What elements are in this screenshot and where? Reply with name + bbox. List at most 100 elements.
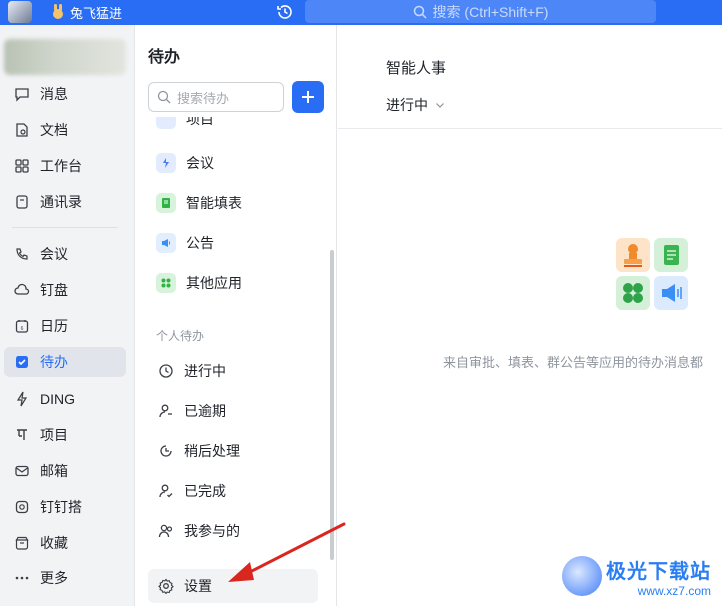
- search-icon: [413, 5, 427, 19]
- nav-label: 待办: [40, 354, 68, 370]
- nav-item-drive[interactable]: 钉盘: [4, 275, 126, 305]
- clock-icon: [159, 364, 173, 378]
- lightning-icon: [16, 391, 28, 407]
- app-logo[interactable]: [8, 1, 32, 23]
- todo-search-placeholder: 搜索待办: [177, 90, 230, 106]
- bunny-avatar-icon: [50, 4, 66, 20]
- cloud-icon: [14, 283, 30, 295]
- todo-filter-label: 已完成: [184, 483, 226, 499]
- nav-label: 文档: [40, 122, 68, 138]
- empty-state-text: 来自审批、填表、群公告等应用的待办消息都: [443, 355, 704, 370]
- todo-filter-label: 已逾期: [184, 403, 226, 419]
- todo-panel: 待办 搜索待办 项目 会议 智能填表 公告 其他应用 个人待办 进行中 已逾期 …: [136, 25, 337, 606]
- nav-label: 邮箱: [40, 463, 68, 479]
- nav-item-dingda[interactable]: 钉钉搭: [4, 492, 126, 522]
- overdue-icon: [159, 404, 172, 418]
- todo-filter-participating[interactable]: 我参与的: [158, 519, 240, 543]
- contacts-icon: [16, 195, 28, 209]
- chat-icon: [15, 88, 29, 102]
- archive-icon: [15, 536, 29, 550]
- nav-item-ding[interactable]: DING: [4, 384, 126, 414]
- nav-item-contacts[interactable]: 通讯录: [4, 187, 126, 217]
- todo-filter-done[interactable]: 已完成: [158, 479, 226, 503]
- main-header: 智能人事 进行中: [338, 25, 722, 129]
- todo-app-label: 公告: [186, 235, 214, 251]
- todo-app-label: 智能填表: [186, 195, 242, 211]
- form-icon: [654, 238, 688, 272]
- mail-icon: [15, 465, 29, 477]
- todo-search-input[interactable]: 搜索待办: [148, 82, 284, 112]
- announcement-icon: [654, 276, 688, 310]
- title-bar: 兔飞猛进 搜索 (Ctrl+Shift+F): [0, 0, 722, 25]
- global-search[interactable]: 搜索 (Ctrl+Shift+F): [305, 0, 656, 23]
- watermark: 极光下载站 www.xz7.com: [562, 548, 720, 604]
- nav-label: 会议: [40, 246, 68, 262]
- nav-item-favorites[interactable]: 收藏: [4, 528, 126, 558]
- todo-app-label: 其他应用: [186, 275, 242, 291]
- announcement-icon: [156, 233, 176, 253]
- page-title: 智能人事: [386, 60, 447, 77]
- todo-list-scrollbar[interactable]: [330, 250, 334, 560]
- nav-item-docs[interactable]: 文档: [4, 115, 126, 145]
- todo-app-other[interactable]: 其他应用: [156, 271, 242, 295]
- nav-item-more[interactable]: 更多: [4, 563, 126, 593]
- todo-filter-later[interactable]: 稍后处理: [158, 439, 240, 463]
- svg-text:6: 6: [21, 326, 24, 332]
- org-switcher[interactable]: [4, 39, 126, 75]
- grid-icon: [15, 159, 29, 173]
- watermark-logo-icon: [562, 556, 602, 596]
- todo-title: 待办: [148, 49, 181, 66]
- settings-label: 设置: [184, 578, 212, 594]
- user-name: 兔飞猛进: [70, 5, 123, 21]
- nav-label: DING: [40, 391, 75, 407]
- document-icon: [16, 123, 28, 137]
- todo-app-project[interactable]: 项目: [156, 117, 214, 131]
- later-icon: [160, 445, 172, 457]
- todo-app-label: 会议: [186, 155, 214, 171]
- nav-label: 消息: [40, 86, 68, 102]
- status-dropdown[interactable]: 进行中: [386, 95, 446, 115]
- nav-label: 更多: [40, 570, 68, 586]
- chevron-down-icon: [436, 103, 444, 108]
- todo-app-announcement[interactable]: 公告: [156, 231, 214, 255]
- todo-app-label: 项目: [186, 117, 214, 127]
- checkbox-icon: [16, 356, 28, 368]
- watermark-title: 极光下载站: [606, 560, 711, 583]
- todo-app-smart-form[interactable]: 智能填表: [156, 191, 242, 215]
- nav-label: 通讯录: [40, 194, 82, 210]
- watermark-url: www.xz7.com: [637, 583, 711, 598]
- add-todo-button[interactable]: [292, 81, 324, 113]
- personal-todo-section-label: 个人待办: [156, 329, 205, 343]
- participants-icon: [158, 524, 173, 538]
- search-icon: [157, 90, 171, 104]
- nav-item-project[interactable]: 项目: [4, 420, 126, 450]
- nav-item-mail[interactable]: 邮箱: [4, 456, 126, 486]
- nav-item-messages[interactable]: 消息: [4, 79, 126, 109]
- history-icon[interactable]: [276, 3, 294, 21]
- todo-filter-in-progress[interactable]: 进行中: [158, 359, 226, 383]
- gear-icon: [158, 578, 174, 594]
- more-icon: [15, 576, 29, 580]
- nav-divider: [12, 227, 118, 228]
- nav-item-calendar[interactable]: 6 日历: [4, 311, 126, 341]
- nav-item-todo[interactable]: 待办: [4, 347, 126, 377]
- todo-list: 项目 会议 智能填表 公告 其他应用 个人待办 进行中 已逾期 稍后处理 已完成…: [136, 117, 336, 560]
- calendar-icon: 6: [15, 320, 29, 333]
- user-profile[interactable]: 兔飞猛进: [50, 3, 122, 21]
- nav-label: 收藏: [40, 535, 68, 551]
- nav-item-meeting[interactable]: 会议: [4, 239, 126, 269]
- project-icon: [17, 429, 27, 440]
- apps-icon: [156, 273, 176, 293]
- todo-filter-overdue[interactable]: 已逾期: [158, 399, 226, 423]
- form-icon: [156, 193, 176, 213]
- global-search-placeholder: 搜索 (Ctrl+Shift+F): [432, 3, 549, 20]
- nav-item-workbench[interactable]: 工作台: [4, 151, 126, 181]
- nav-label: 工作台: [40, 158, 82, 174]
- stamp-icon: [616, 238, 650, 272]
- nav-label: 项目: [40, 427, 68, 443]
- nav-label: 钉钉搭: [40, 499, 82, 515]
- phone-icon: [16, 248, 28, 260]
- todo-filter-label: 稍后处理: [184, 443, 240, 459]
- todo-app-meeting[interactable]: 会议: [156, 151, 214, 175]
- settings-button[interactable]: 设置: [148, 569, 318, 603]
